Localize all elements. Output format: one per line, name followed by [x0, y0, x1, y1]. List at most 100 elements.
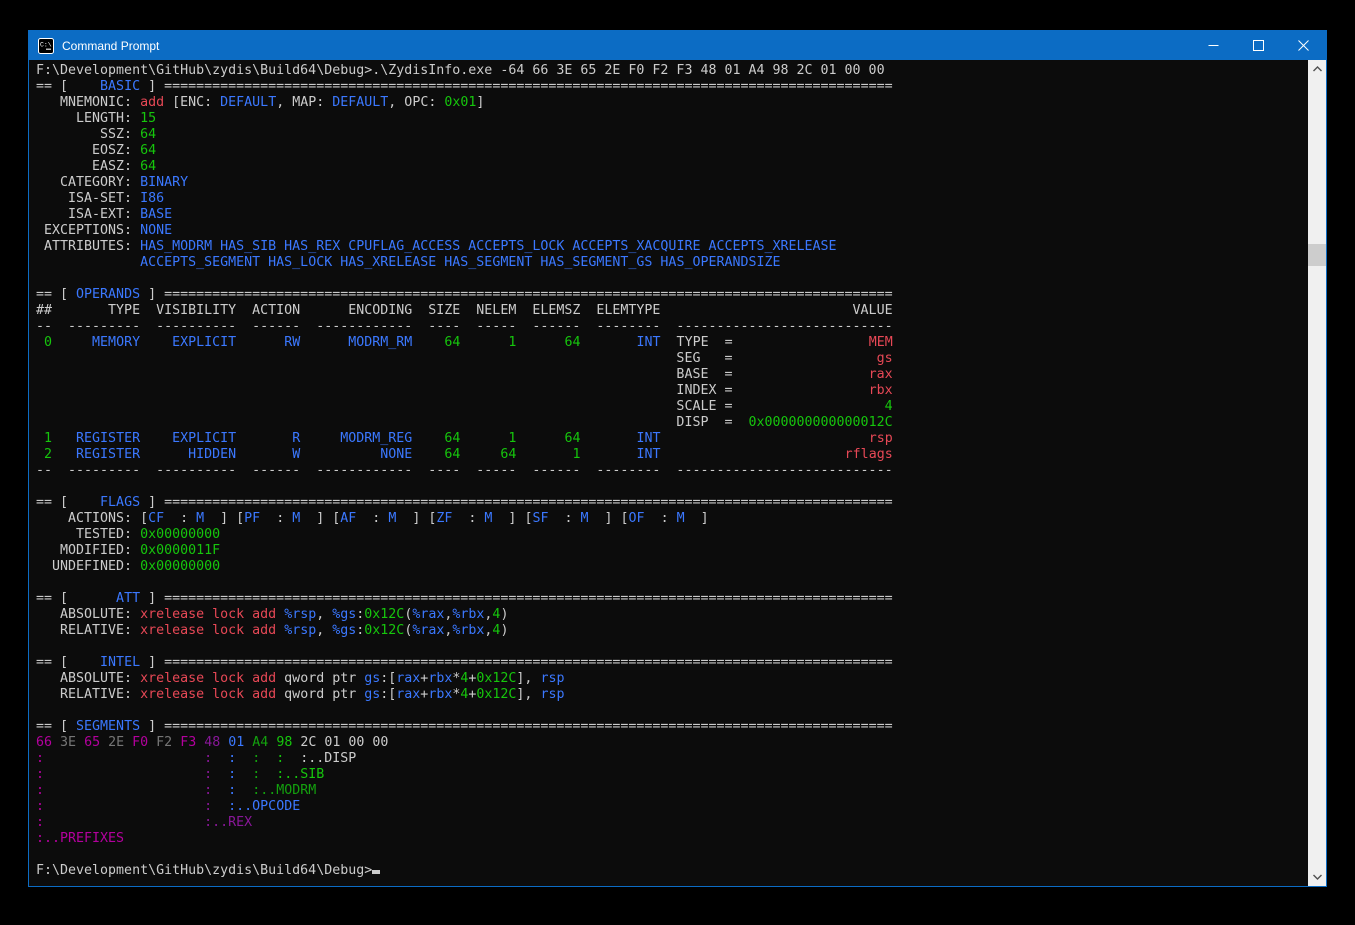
text-segment: EXPLICIT: [156, 335, 236, 350]
text-segment: ]: [476, 95, 484, 110]
text-segment: :..MODRM: [252, 783, 316, 798]
text-segment: [124, 735, 132, 750]
text-segment: ] ======================================…: [140, 287, 893, 302]
text-segment: EASZ:: [36, 159, 140, 174]
text-segment: 0x0000011F: [140, 543, 220, 558]
text-segment: :: [252, 751, 260, 766]
console-line: : : : : :..SIB: [36, 767, 1308, 783]
text-segment: ZF: [436, 511, 452, 526]
text-segment: [212, 751, 228, 766]
console-line: : : : : : :..DISP: [36, 751, 1308, 767]
text-segment: SCALE =: [36, 399, 885, 414]
text-segment: 64: [476, 447, 516, 462]
text-segment: [661, 431, 869, 446]
text-segment: NONE: [140, 223, 172, 238]
text-segment: :: [228, 783, 236, 798]
text-segment: [36, 255, 140, 270]
text-segment: %rbx: [452, 607, 484, 622]
text-segment: REGISTER: [68, 447, 140, 462]
text-segment: DEFAULT: [220, 95, 276, 110]
scroll-up-button[interactable]: [1308, 60, 1326, 78]
console-line: ISA-SET: I86: [36, 191, 1308, 207]
text-segment: INTEL: [76, 655, 140, 670]
text-segment: , MAP:: [276, 95, 332, 110]
text-segment: 15: [140, 111, 156, 126]
maximize-button[interactable]: [1236, 31, 1281, 60]
text-segment: 0: [36, 335, 52, 350]
text-segment: [140, 447, 156, 462]
text-segment: , OPC:: [388, 95, 444, 110]
window-controls: [1191, 31, 1326, 60]
console-line: == [ BASIC ] ===========================…: [36, 79, 1308, 95]
console-line: 1 REGISTER EXPLICIT R MODRM_REG 64 1 64 …: [36, 431, 1308, 447]
text-segment: [52, 447, 68, 462]
text-segment: ISA-EXT:: [36, 207, 140, 222]
text-segment: ): [500, 607, 508, 622]
text-segment: ISA-SET:: [36, 191, 140, 206]
console-output[interactable]: F:\Development\GitHub\zydis\Build64\Debu…: [29, 60, 1308, 886]
text-segment: [300, 335, 316, 350]
text-segment: ACCEPTS_SEGMENT HAS_LOCK HAS_XRELEASE HA…: [140, 255, 780, 270]
text-segment: PF: [244, 511, 260, 526]
close-button[interactable]: [1281, 31, 1326, 60]
text-segment: FLAGS: [76, 495, 140, 510]
text-segment: 0x12C: [364, 623, 404, 638]
text-segment: ): [500, 623, 508, 638]
console-line: : : : :..MODRM: [36, 783, 1308, 799]
text-segment: rbx: [428, 671, 452, 686]
text-segment: :..DISP: [300, 751, 356, 766]
text-segment: HAS_MODRM HAS_SIB HAS_REX CPUFLAG_ACCESS…: [140, 239, 836, 254]
close-icon: [1298, 40, 1309, 51]
text-segment: [276, 623, 284, 638]
text-segment: M: [581, 511, 589, 526]
text-segment: :: [356, 511, 388, 526]
text-segment: EOSZ:: [36, 143, 140, 158]
text-segment: [236, 783, 252, 798]
scrollbar-thumb[interactable]: [1308, 244, 1326, 266]
text-segment: 0x00000000: [140, 527, 220, 542]
text-segment: :: [36, 799, 44, 814]
text-segment: ],: [516, 687, 540, 702]
console-line: [36, 479, 1308, 495]
text-segment: -- --------- ---------- ------ ---------…: [36, 319, 893, 334]
console-line: ACCEPTS_SEGMENT HAS_LOCK HAS_XRELEASE HA…: [36, 255, 1308, 271]
text-segment: ] [: [492, 511, 532, 526]
text-segment: :..REX: [204, 815, 252, 830]
text-segment: ] ======================================…: [140, 591, 893, 606]
text-segment: 0x12C: [476, 687, 516, 702]
text-segment: ABSOLUTE:: [36, 607, 140, 622]
text-segment: M: [677, 511, 685, 526]
text-segment: 64: [532, 431, 580, 446]
text-segment: 0x12C: [364, 607, 404, 622]
text-segment: xrelease lock add: [140, 607, 276, 622]
text-segment: [276, 607, 284, 622]
text-segment: 65: [84, 735, 100, 750]
text-segment: :: [36, 815, 44, 830]
title-bar[interactable]: C:\ Command Prompt: [29, 31, 1326, 60]
text-segment: 3E: [60, 735, 76, 750]
text-segment: ] ======================================…: [140, 655, 893, 670]
console-line: ATTRIBUTES: HAS_MODRM HAS_SIB HAS_REX CP…: [36, 239, 1308, 255]
minimize-button[interactable]: [1191, 31, 1236, 60]
text-segment: [76, 735, 84, 750]
text-segment: ATTRIBUTES:: [36, 239, 140, 254]
text-segment: INT: [597, 335, 661, 350]
scrollbar[interactable]: [1308, 60, 1326, 886]
console-line: ## TYPE VISIBILITY ACTION ENCODING SIZE …: [36, 303, 1308, 319]
console-line: EASZ: 64: [36, 159, 1308, 175]
console-line: : :..REX: [36, 815, 1308, 831]
console-line: 2 REGISTER HIDDEN W NONE 64 64 1 INT rfl…: [36, 447, 1308, 463]
minimize-icon: [1208, 40, 1219, 51]
text-segment: rsp: [540, 687, 564, 702]
text-segment: :: [548, 511, 580, 526]
text-segment: [236, 447, 252, 462]
text-segment: :: [204, 767, 212, 782]
scroll-down-button[interactable]: [1308, 868, 1326, 886]
text-segment: %gs: [332, 607, 356, 622]
text-segment: rbx: [428, 687, 452, 702]
text-segment: MODRM_RM: [316, 335, 412, 350]
text-segment: [44, 751, 204, 766]
text-segment: %rsp: [284, 607, 316, 622]
text-segment: W: [252, 447, 300, 462]
text-segment: RELATIVE:: [36, 687, 140, 702]
